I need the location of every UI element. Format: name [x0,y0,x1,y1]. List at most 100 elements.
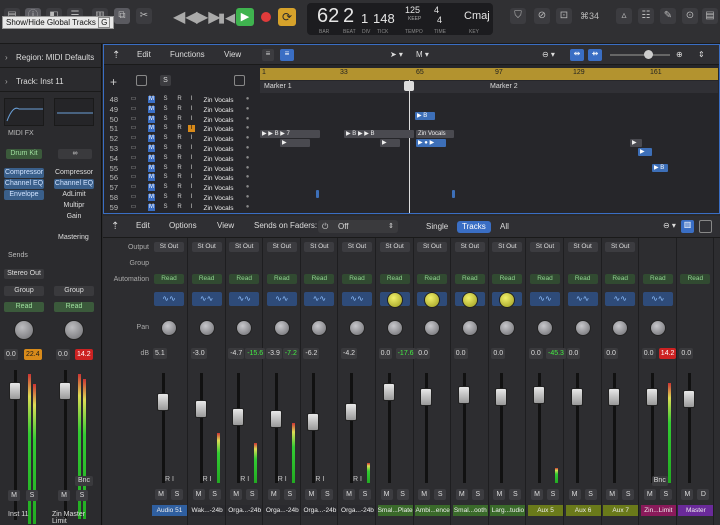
mute-button[interactable]: M [148,125,155,133]
volume-value[interactable]: 0.0 [416,348,430,359]
edit-menu[interactable]: Edit [136,221,150,230]
volume-fader[interactable] [570,388,583,406]
record-enable-button[interactable]: R [176,106,183,113]
track-row[interactable]: 54 ▭ M S R I Zin Vocals ● [104,154,260,163]
output-slot[interactable]: St Out [229,242,260,252]
zoom-slider-thumb[interactable] [644,50,653,59]
dim-button[interactable]: D [697,489,710,500]
volume-value[interactable]: 0.0 [491,348,506,359]
pan-knob[interactable] [574,320,591,336]
automation-slot[interactable]: Read [4,302,44,312]
track-name[interactable]: Zin Vocals [201,203,236,214]
volume-fader[interactable] [683,390,696,408]
view-menu[interactable]: View [217,221,234,230]
input-monitor-button[interactable]: I [188,116,195,123]
play-button[interactable]: ▶ [236,8,254,26]
output-slot[interactable]: St Out [342,242,372,252]
record-input-buttons[interactable]: R I [240,476,249,483]
insert-slot[interactable]: Envelope [4,190,44,200]
solo-button[interactable]: S [162,116,169,123]
insert-slot[interactable]: Channel EQ [54,179,94,189]
channel-name[interactable]: Ambi...ence [415,505,451,516]
output-slot[interactable]: St Out [492,242,523,252]
input-monitor-button[interactable]: I [188,96,195,103]
editors-icon[interactable]: ✂ [136,8,152,24]
forward-icon[interactable]: ▶▶ [196,10,221,26]
volume-value[interactable]: 0.0 [56,349,70,360]
solo-button[interactable]: S [162,125,169,132]
record-enable-button[interactable]: R [176,184,183,191]
automation-slot[interactable]: Read [605,274,636,284]
record-enable-button[interactable]: R [176,194,183,201]
solo-button[interactable]: S [162,96,169,103]
mute-button[interactable]: M [343,489,355,500]
send-knob[interactable] [461,292,478,308]
solo-button[interactable]: S [359,489,371,500]
insert-slot[interactable]: AdLimit [54,190,94,200]
volume-value[interactable]: 0.0 [604,348,618,359]
automation-slot[interactable]: Read [191,274,222,284]
zoom-icon[interactable]: ⊕ [676,50,683,59]
mute-button[interactable]: M [230,489,243,500]
channel-name[interactable]: Master [678,505,714,516]
record-button[interactable] [261,12,271,22]
volume-value[interactable]: 0.0 [378,348,393,359]
output-slot[interactable]: St Out [191,242,222,252]
channel-name[interactable]: Orga...-24b [302,505,338,516]
solo-button[interactable]: S [162,184,169,191]
channel-name[interactable]: Orga...-24b [227,505,263,516]
record-input-buttons[interactable]: R I [278,476,287,483]
volume-fader[interactable] [9,382,21,400]
pan-knob[interactable] [537,320,553,336]
solo-button[interactable]: S [162,204,169,211]
volume-value[interactable]: -4.7 [228,348,245,359]
catch-icon[interactable]: ⇻ [588,49,602,61]
mute-button[interactable]: M [493,489,506,500]
add-track-icon[interactable]: + [110,75,117,89]
output-slot[interactable]: St Out [454,242,485,252]
mute-button[interactable]: M [568,489,581,500]
list-editors-icon[interactable]: ☷ [638,8,654,24]
volume-value[interactable]: 0.0 [529,348,543,359]
smart-controls-icon[interactable]: ⧉ [114,8,130,24]
track-row[interactable]: 49 ▭ M S R I Zin Vocals ● [104,105,260,114]
volume-value[interactable]: -3.0 [190,348,207,359]
channel-name[interactable]: Zin...Limit [640,505,676,516]
midi-region[interactable] [452,190,455,198]
automation-slot[interactable]: Read [342,274,372,284]
record-enable-button[interactable]: R [176,174,183,181]
output-slot[interactable]: St Out [154,242,184,252]
marquee-tool-icon[interactable]: M ▾ [416,50,429,59]
rewind-icon[interactable]: ◀◀ [173,10,198,26]
output-slot[interactable]: St Out [605,242,636,252]
automation-slot[interactable]: Read [154,274,184,284]
channel-name[interactable]: Wak...-24b [189,505,225,516]
go-to-start-icon[interactable]: ▮◀ [218,10,235,26]
waveform-zoom-icon[interactable]: ⇹ [570,49,584,61]
input-monitor-button[interactable]: I [188,204,195,211]
mute-button[interactable]: M [305,489,318,500]
browser-icon[interactable]: ▤ [702,8,718,24]
solo-button[interactable]: S [659,489,672,500]
pan-knob[interactable] [349,320,365,336]
midi-region[interactable]: ▶ [280,139,310,147]
solo-button[interactable]: S [283,489,296,500]
sends-on-faders-select[interactable]: ⏻ Off ⇕ [318,220,398,233]
volume-fader[interactable] [420,388,433,406]
solo-button[interactable]: S [396,489,409,500]
record-input-buttons[interactable]: R I [315,476,324,483]
input-monitor-button[interactable]: I [188,165,195,172]
bounce-button[interactable]: Bnc [651,476,668,486]
automation-slot[interactable]: Read [530,274,560,284]
global-solo-icon[interactable]: S [160,75,171,86]
view-all[interactable]: All [495,221,514,233]
channel-name[interactable]: Orga...-24b [264,505,300,516]
mute-button[interactable]: M [155,489,167,500]
automation-slot[interactable]: Read [454,274,485,284]
vertical-zoom-icon[interactable]: ⇕ [698,50,705,59]
eq-thumbnail[interactable] [54,98,94,126]
functions-menu[interactable]: Functions [170,50,205,59]
pan-knob[interactable] [161,320,177,336]
channel-name[interactable]: Smal...ooth [452,505,488,516]
mute-button[interactable]: M [148,164,155,172]
